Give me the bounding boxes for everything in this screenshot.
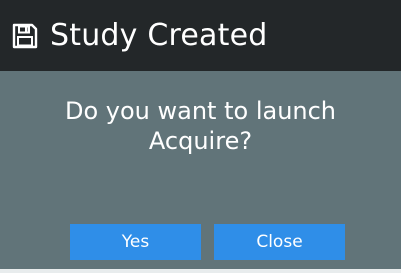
close-button[interactable]: Close: [214, 224, 345, 260]
dialog-bottom-edge: [0, 269, 401, 273]
dialog-titlebar: Study Created: [0, 0, 401, 71]
message-line-1: Do you want to launch: [64, 97, 337, 125]
message-line-2: Acquire?: [148, 127, 253, 155]
dialog-message: Do you want to launch Acquire?: [0, 96, 401, 156]
study-created-dialog: Study Created Do you want to launch Acqu…: [0, 0, 401, 273]
yes-button[interactable]: Yes: [70, 224, 201, 260]
floppy-disk-icon: [10, 21, 40, 51]
dialog-title: Study Created: [50, 17, 268, 53]
